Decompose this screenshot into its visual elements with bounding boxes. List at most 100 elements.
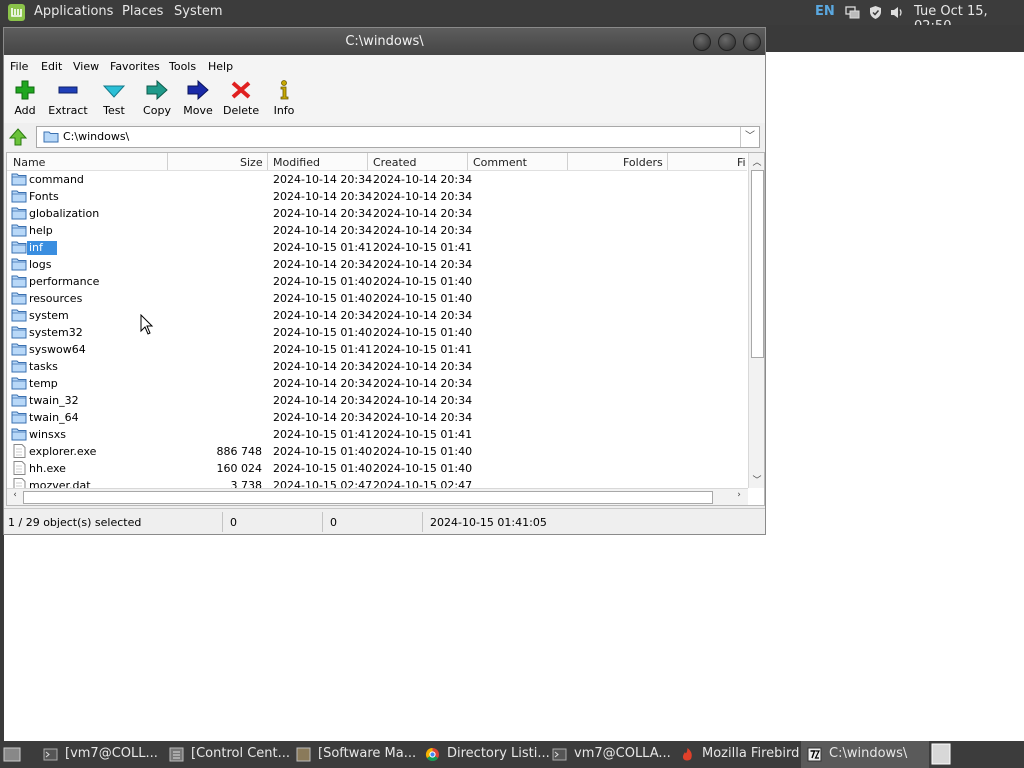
shield-icon[interactable] — [868, 5, 883, 20]
file-row[interactable]: explorer.exe 886 748 2024-10-15 01:40 2024-… — [7, 443, 747, 460]
file-created: 2024-10-14 20:34 — [373, 207, 473, 220]
address-path: C:\windows\ — [63, 130, 130, 143]
info-button[interactable]: Info — [271, 79, 297, 123]
network-icon[interactable] — [845, 5, 860, 20]
taskbar-item[interactable]: Directory Listi... — [419, 741, 550, 768]
column-separator[interactable] — [267, 153, 268, 170]
address-bar: C:\windows\ ﹀ — [4, 124, 765, 150]
up-folder-icon[interactable] — [9, 128, 27, 146]
maximize-button[interactable] — [718, 33, 736, 51]
file-name: inf — [27, 241, 57, 255]
close-button[interactable] — [743, 33, 761, 51]
file-row[interactable]: tasks 2024-10-14 20:34 2024-10-14 20:34 — [7, 358, 747, 375]
taskbar-item[interactable]: [Software Ma... — [290, 741, 416, 768]
file-name: tasks — [29, 360, 58, 373]
vertical-scroll-thumb[interactable] — [751, 170, 764, 358]
column-separator[interactable] — [467, 153, 468, 170]
column-created[interactable]: Created — [373, 156, 417, 169]
volume-icon[interactable] — [889, 5, 904, 20]
column-folders[interactable]: Folders — [623, 156, 663, 169]
file-row[interactable]: twain_32 2024-10-14 20:34 2024-10-14 20:34 — [7, 392, 747, 409]
minimize-button[interactable] — [693, 33, 711, 51]
scroll-down-arrow-icon[interactable]: ﹀ — [749, 473, 764, 486]
column-comment[interactable]: Comment — [473, 156, 527, 169]
scroll-up-arrow-icon[interactable]: ︿ — [749, 155, 764, 168]
file-row[interactable]: resources 2024-10-15 01:40 2024-10-15 01:4… — [7, 290, 747, 307]
status-modified-time: 2024-10-15 01:41:05 — [430, 516, 547, 529]
horizontal-scrollbar[interactable]: ‹ › — [7, 488, 748, 505]
file-row[interactable]: performance 2024-10-15 01:40 2024-10-15 01… — [7, 273, 747, 290]
firebird-icon — [682, 748, 692, 761]
column-separator[interactable] — [367, 153, 368, 170]
file-row[interactable]: winsxs 2024-10-15 01:41 2024-10-15 01:41 — [7, 426, 747, 443]
file-row[interactable]: twain_64 2024-10-14 20:34 2024-10-14 20:34 — [7, 409, 747, 426]
file-name: winsxs — [29, 428, 66, 441]
menu-file[interactable]: File — [10, 60, 28, 73]
window-title: C:\windows\ — [345, 34, 424, 49]
menu-edit[interactable]: Edit — [41, 60, 62, 73]
scroll-left-arrow-icon[interactable]: ‹ — [7, 490, 23, 500]
taskbar-item-label: [vm7@COLL... — [65, 746, 158, 761]
menu-tools[interactable]: Tools — [169, 60, 196, 73]
extract-button[interactable]: Extract — [48, 79, 88, 123]
column-separator[interactable] — [667, 153, 668, 170]
column-size[interactable]: Size — [240, 156, 263, 169]
file-row[interactable]: command 2024-10-14 20:34 2024-10-14 20:34 — [7, 171, 747, 188]
menu-system[interactable]: System — [174, 4, 222, 19]
mint-logo-icon[interactable] — [7, 3, 26, 22]
move-arrow-icon — [187, 79, 209, 101]
taskbar-item[interactable]: C:\windows\ — [801, 741, 929, 768]
file-row[interactable]: inf 2024-10-15 01:41 2024-10-15 01:41 — [7, 239, 747, 256]
check-arrow-icon — [102, 85, 126, 98]
file-name: command — [29, 173, 84, 186]
file-name: resources — [29, 292, 83, 305]
menu-view[interactable]: View — [73, 60, 99, 73]
file-created: 2024-10-14 20:34 — [373, 173, 473, 186]
file-row[interactable]: globalization 2024-10-14 20:34 2024-10-14 … — [7, 205, 747, 222]
copy-button[interactable]: Copy — [142, 79, 172, 123]
file-row[interactable]: syswow64 2024-10-15 01:41 2024-10-15 01:41 — [7, 341, 747, 358]
menu-applications[interactable]: Applications — [34, 4, 113, 19]
address-dropdown-button[interactable]: ﹀ — [740, 127, 759, 147]
taskbar-item[interactable]: Mozilla Firebird — [674, 741, 799, 768]
horizontal-scroll-thumb[interactable] — [23, 491, 713, 504]
info-label: Info — [273, 104, 295, 117]
keyboard-layout-indicator[interactable]: EN — [815, 4, 835, 19]
file-row[interactable]: logs 2024-10-14 20:34 2024-10-14 20:34 — [7, 256, 747, 273]
file-row[interactable]: hh.exe 160 024 2024-10-15 01:40 2024-10-15 … — [7, 460, 747, 477]
file-row[interactable]: system 2024-10-14 20:34 2024-10-14 20:34 — [7, 307, 747, 324]
file-created: 2024-10-15 01:40 — [373, 275, 473, 288]
menu-favorites[interactable]: Favorites — [110, 60, 160, 73]
vertical-scrollbar[interactable]: ︿ ﹀ — [748, 153, 764, 488]
file-created: 2024-10-15 01:40 — [373, 445, 473, 458]
file-row[interactable]: Fonts 2024-10-14 20:34 2024-10-14 20:34 — [7, 188, 747, 205]
taskbar-item[interactable]: vm7@COLLA... — [546, 741, 671, 768]
column-files[interactable]: Fi — [737, 156, 746, 169]
file-name: system32 — [29, 326, 83, 339]
column-modified[interactable]: Modified — [273, 156, 320, 169]
workspace-switcher-icon[interactable] — [931, 743, 951, 765]
menu-places[interactable]: Places — [122, 4, 163, 19]
delete-button[interactable]: Delete — [223, 79, 259, 123]
column-name[interactable]: Name — [13, 156, 45, 169]
column-separator[interactable] — [167, 153, 168, 170]
file-list[interactable]: Name Size Modified Created Comment Folde… — [6, 152, 765, 506]
file-created: 2024-10-14 20:34 — [373, 190, 473, 203]
move-button[interactable]: Move — [183, 79, 213, 123]
file-row[interactable]: help 2024-10-14 20:34 2024-10-14 20:34 — [7, 222, 747, 239]
taskbar-item[interactable]: [Control Cent... — [163, 741, 290, 768]
add-button[interactable]: Add — [10, 79, 40, 123]
folder-icon — [11, 325, 27, 342]
window-titlebar[interactable]: C:\windows\ — [4, 28, 765, 55]
file-row[interactable]: system32 2024-10-15 01:40 2024-10-15 01:40 — [7, 324, 747, 341]
column-separator[interactable] — [567, 153, 568, 170]
show-desktop-icon[interactable] — [3, 746, 21, 763]
scroll-right-arrow-icon[interactable]: › — [731, 490, 747, 500]
file-name: help — [29, 224, 53, 237]
file-modified: 2024-10-15 01:41 — [273, 241, 373, 254]
test-button[interactable]: Test — [99, 79, 129, 123]
address-input[interactable]: C:\windows\ ﹀ — [36, 126, 760, 148]
file-row[interactable]: temp 2024-10-14 20:34 2024-10-14 20:34 — [7, 375, 747, 392]
menu-help[interactable]: Help — [208, 60, 233, 73]
taskbar-item[interactable]: [vm7@COLL... — [37, 741, 159, 768]
